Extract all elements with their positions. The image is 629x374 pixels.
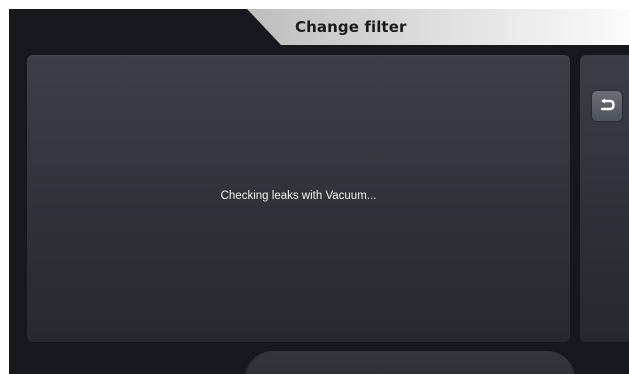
back-button[interactable] bbox=[592, 91, 622, 121]
status-panel: Checking leaks with Vacuum... bbox=[27, 55, 570, 342]
page-title: Change filter bbox=[295, 18, 407, 36]
device-display: Change filter Checking leaks with Vacuum… bbox=[9, 9, 629, 374]
side-panel bbox=[580, 55, 629, 342]
return-arrow-icon bbox=[600, 98, 615, 111]
status-message: Checking leaks with Vacuum... bbox=[220, 190, 377, 202]
screen: Change filter Checking leaks with Vacuum… bbox=[0, 0, 629, 374]
bottom-tab bbox=[245, 351, 575, 374]
